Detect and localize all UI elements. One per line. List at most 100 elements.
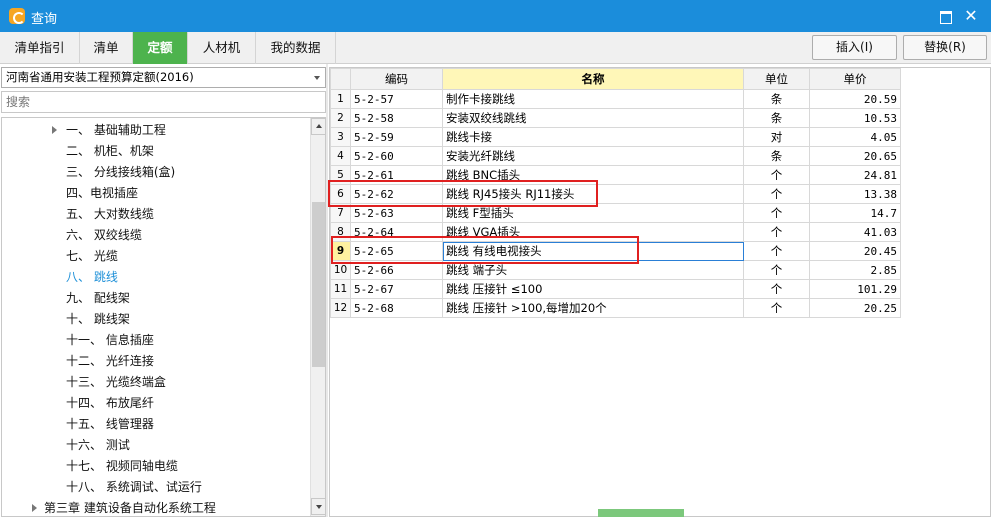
code-cell[interactable]: 5-2-68 [350, 298, 443, 318]
code-cell[interactable]: 5-2-57 [350, 89, 443, 109]
tree-item[interactable]: 二、 机柜、机架 [66, 141, 154, 161]
price-cell[interactable]: 13.38 [809, 184, 901, 204]
tree-item[interactable]: 九、 配线架 [66, 288, 130, 308]
unit-cell[interactable]: 个 [743, 203, 810, 223]
price-cell[interactable]: 20.45 [809, 241, 901, 261]
column-header-code[interactable]: 编码 [350, 68, 443, 90]
tree-scrollbar[interactable] [310, 118, 325, 516]
code-cell[interactable]: 5-2-66 [350, 260, 443, 280]
table-row[interactable]: 2 5-2-58 安装双绞线跳线条 10.53 [330, 108, 901, 128]
name-cell[interactable]: 制作卡接跳线 [442, 89, 744, 109]
name-cell[interactable]: 跳线 VGA插头 [442, 222, 744, 242]
row-number[interactable]: 12 [330, 298, 351, 318]
unit-cell[interactable]: 对 [743, 127, 810, 147]
price-cell[interactable]: 20.65 [809, 146, 901, 166]
expand-arrow-icon[interactable] [32, 504, 37, 512]
price-cell[interactable]: 4.05 [809, 127, 901, 147]
price-cell[interactable]: 101.29 [809, 279, 901, 299]
row-number[interactable]: 9 [330, 241, 351, 261]
table-row[interactable]: 8 5-2-64 跳线 VGA插头个 41.03 [330, 222, 901, 242]
tree-item[interactable]: 五、 大对数线缆 [66, 204, 154, 224]
table-row[interactable]: 4 5-2-60 安装光纤跳线条 20.65 [330, 146, 901, 166]
table-row[interactable]: 10 5-2-66 跳线 端子头个 2.85 [330, 260, 901, 280]
tree-item[interactable]: 四、电视插座 [66, 183, 138, 203]
tab-my-data[interactable]: 我的数据 [256, 32, 336, 64]
table-row[interactable]: 6 5-2-62 跳线 RJ45接头 RJ11接头个 13.38 [330, 184, 901, 204]
tree-item[interactable]: 十一、 信息插座 [66, 330, 154, 350]
row-number[interactable]: 10 [330, 260, 351, 280]
expand-arrow-icon[interactable] [52, 126, 57, 134]
price-cell[interactable]: 14.7 [809, 203, 901, 223]
insert-button[interactable]: 插入(I) [812, 35, 897, 60]
row-number[interactable]: 6 [330, 184, 351, 204]
name-cell[interactable]: 安装光纤跳线 [442, 146, 744, 166]
column-header-unit[interactable]: 单位 [743, 68, 810, 90]
column-header-name[interactable]: 名称 [442, 68, 744, 90]
replace-button[interactable]: 替换(R) [903, 35, 987, 60]
unit-cell[interactable]: 条 [743, 146, 810, 166]
row-number[interactable]: 3 [330, 127, 351, 147]
bottom-panel-handle[interactable] [598, 509, 684, 517]
price-cell[interactable]: 20.59 [809, 89, 901, 109]
name-cell[interactable]: 安装双绞线跳线 [442, 108, 744, 128]
tab-list-guide[interactable]: 清单指引 [0, 32, 80, 64]
code-cell[interactable]: 5-2-60 [350, 146, 443, 166]
unit-cell[interactable]: 条 [743, 89, 810, 109]
tree-item[interactable]: 六、 双绞线缆 [66, 225, 142, 245]
tree-item[interactable]: 十二、 光纤连接 [66, 351, 154, 371]
price-cell[interactable]: 2.85 [809, 260, 901, 280]
name-cell[interactable]: 跳线 压接针 ≤100 [442, 279, 744, 299]
scroll-up-icon[interactable] [311, 118, 325, 135]
table-row[interactable]: 7 5-2-63 跳线 F型插头个 14.7 [330, 203, 901, 223]
tree-item[interactable]: 十八、 系统调试、试运行 [66, 477, 202, 497]
quota-library-select[interactable]: 河南省通用安装工程预算定额(2016) [1, 67, 326, 88]
unit-cell[interactable]: 个 [743, 298, 810, 318]
name-cell[interactable]: 跳线 压接针 >100,每增加20个 [442, 298, 744, 318]
tree-item[interactable]: 七、 光缆 [66, 246, 118, 266]
table-row[interactable]: 12 5-2-68 跳线 压接针 >100,每增加20个个 20.25 [330, 298, 901, 318]
table-row[interactable]: 9 5-2-65 跳线 有线电视接头个 20.45 [330, 241, 901, 261]
panel-splitter[interactable] [326, 64, 328, 517]
unit-cell[interactable]: 个 [743, 279, 810, 299]
unit-cell[interactable]: 条 [743, 108, 810, 128]
tree-item[interactable]: 十、 跳线架 [66, 309, 130, 329]
table-row[interactable]: 1 5-2-57 制作卡接跳线条 20.59 [330, 89, 901, 109]
column-header-price[interactable]: 单价 [809, 68, 901, 90]
unit-cell[interactable]: 个 [743, 241, 810, 261]
name-cell[interactable]: 跳线 F型插头 [442, 203, 744, 223]
tree-item-selected[interactable]: 八、 跳线 [66, 267, 118, 287]
table-row[interactable]: 5 5-2-61 跳线 BNC插头个 24.81 [330, 165, 901, 185]
tree-item[interactable]: 十五、 线管理器 [66, 414, 154, 434]
tab-labor-material-machine[interactable]: 人材机 [188, 32, 256, 64]
scroll-down-icon[interactable] [311, 498, 325, 515]
tree-item[interactable]: 十七、 视频同轴电缆 [66, 456, 178, 476]
row-number[interactable]: 2 [330, 108, 351, 128]
unit-cell[interactable]: 个 [743, 184, 810, 204]
row-number[interactable]: 1 [330, 89, 351, 109]
close-icon[interactable]: ✕ [960, 6, 982, 26]
row-number[interactable]: 4 [330, 146, 351, 166]
price-cell[interactable]: 41.03 [809, 222, 901, 242]
row-number[interactable]: 5 [330, 165, 351, 185]
scrollbar-thumb[interactable] [312, 202, 325, 367]
table-row[interactable]: 11 5-2-67 跳线 压接针 ≤100 个 101.29 [330, 279, 901, 299]
name-cell[interactable]: 跳线 有线电视接头 [442, 241, 744, 261]
price-cell[interactable]: 24.81 [809, 165, 901, 185]
maximize-icon[interactable] [934, 6, 956, 26]
tab-quota[interactable]: 定额 [133, 32, 188, 64]
code-cell[interactable]: 5-2-62 [350, 184, 443, 204]
code-cell[interactable]: 5-2-63 [350, 203, 443, 223]
code-cell[interactable]: 5-2-67 [350, 279, 443, 299]
unit-cell[interactable]: 个 [743, 260, 810, 280]
row-number[interactable]: 8 [330, 222, 351, 242]
name-cell[interactable]: 跳线 端子头 [442, 260, 744, 280]
table-row[interactable]: 3 5-2-59 跳线卡接对 4.05 [330, 127, 901, 147]
code-cell[interactable]: 5-2-58 [350, 108, 443, 128]
tree-item[interactable]: 三、 分线接线箱(盒) [66, 162, 175, 182]
tab-list[interactable]: 清单 [80, 32, 133, 64]
tree-item[interactable]: 十六、 测试 [66, 435, 130, 455]
tree-item[interactable]: 十四、 布放尾纤 [66, 393, 154, 413]
price-cell[interactable]: 20.25 [809, 298, 901, 318]
price-cell[interactable]: 10.53 [809, 108, 901, 128]
code-cell[interactable]: 5-2-65 [350, 241, 443, 261]
